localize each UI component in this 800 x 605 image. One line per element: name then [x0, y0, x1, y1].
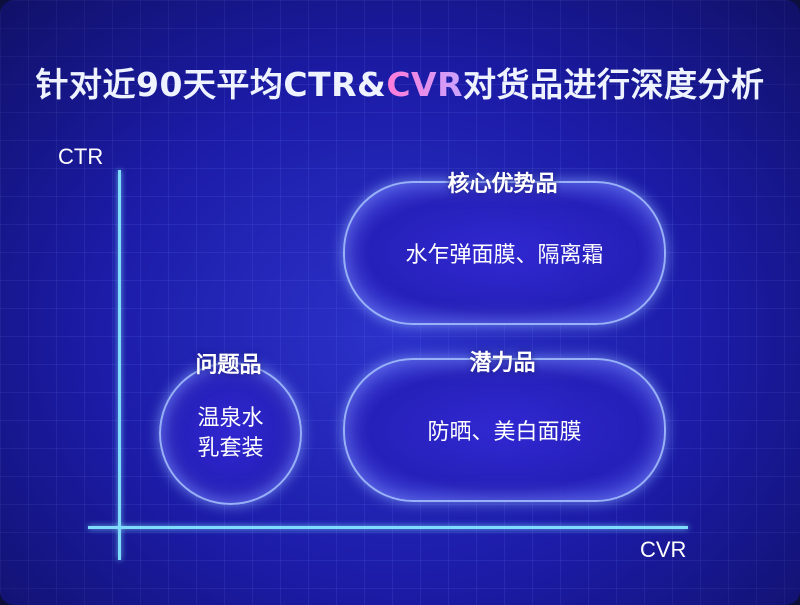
x-axis-line [88, 526, 688, 529]
core-products-pill: 水乍弹面膜、隔离霜 [343, 181, 666, 325]
x-axis-label: CVR [640, 537, 687, 562]
page-title: 针对近90天平均CTR&CVR对货品进行深度分析 [0, 58, 800, 106]
potential-products-title: 潜力品 [469, 351, 536, 376]
title-highlight: CVR [386, 65, 463, 104]
problem-products-circle: 温泉水 乳套装 [159, 362, 302, 505]
core-products-title: 核心优势品 [447, 172, 558, 197]
diagram-canvas: 针对近90天平均CTR&CVR对货品进行深度分析 CTR CVR 水乍弹面膜、隔… [0, 0, 800, 605]
potential-products-pill: 防晒、美白面膜 [343, 358, 666, 502]
potential-products-items: 防晒、美白面膜 [427, 420, 582, 445]
y-axis-label: CTR [58, 144, 104, 169]
title-part-2: 对货品进行深度分析 [463, 65, 765, 104]
problem-products-items-line-1: 温泉水 [197, 405, 264, 431]
problem-products-title: 问题品 [195, 353, 262, 378]
problem-products-items-line-2: 乳套装 [197, 435, 264, 461]
title-part-1: 针对近90天平均CTR& [35, 65, 387, 104]
core-products-items: 水乍弹面膜、隔离霜 [405, 243, 604, 268]
y-axis-line [118, 170, 121, 560]
